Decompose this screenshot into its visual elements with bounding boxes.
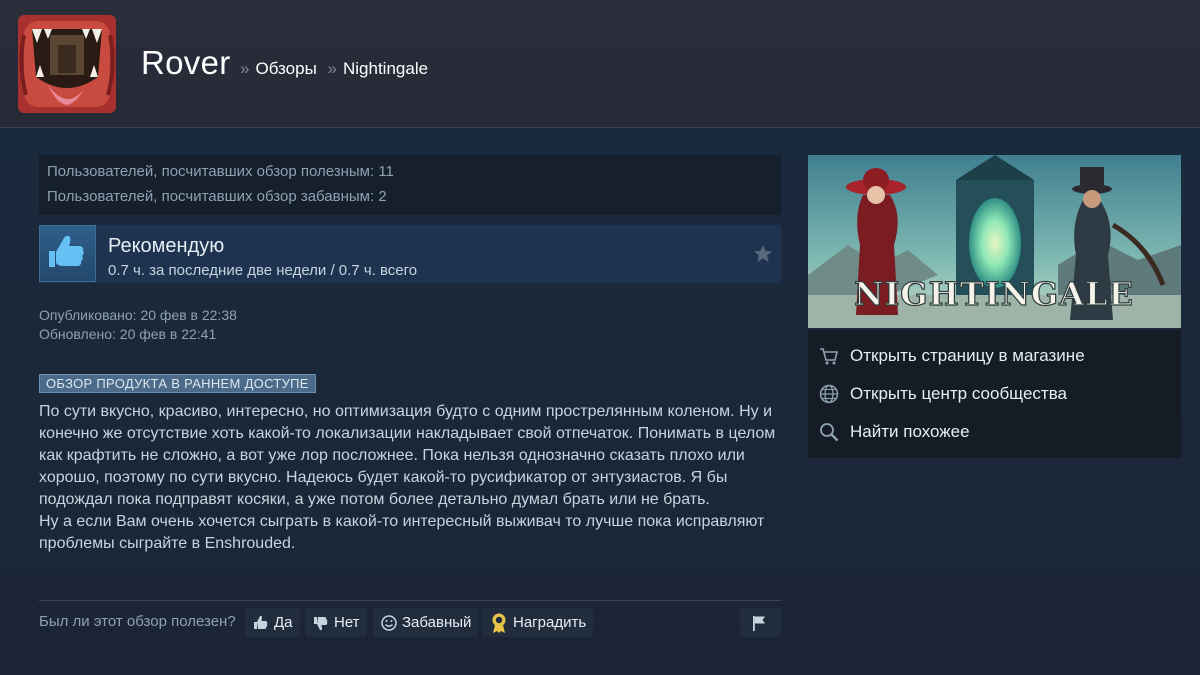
divider — [39, 600, 781, 601]
report-button[interactable] — [740, 608, 781, 637]
review-column: Пользователей, посчитавших обзор полезны… — [39, 155, 781, 555]
breadcrumb: » Обзоры » Nightingale — [240, 59, 434, 79]
vote-no-label: Нет — [334, 614, 360, 631]
updated-date: Обновлено: 20 фев в 22:41 — [39, 326, 217, 342]
vote-yes-label: Да — [274, 614, 293, 631]
early-access-badge: ОБЗОР ПРОДУКТА В РАННЕМ ДОСТУПЕ — [39, 374, 316, 393]
vote-funny-label: Забавный — [402, 614, 472, 631]
review-paragraph: По сути вкусно, красиво, интересно, но о… — [39, 403, 776, 508]
playtime-text: 0.7 ч. за последние две недели / 0.7 ч. … — [108, 262, 418, 279]
helpful-bar: Был ли этот обзор полезен? Да Нет Забавн… — [39, 608, 781, 638]
thumbs-up-icon — [254, 615, 268, 629]
globe-icon — [819, 384, 839, 404]
award-button[interactable]: Наградить — [482, 608, 594, 637]
find-similar-link[interactable]: Найти похожее — [818, 417, 970, 447]
community-hub-link[interactable]: Открыть центр сообщества — [818, 379, 1067, 409]
published-date: Опубликовано: 20 фев в 22:38 — [39, 307, 237, 323]
award-label: Наградить — [513, 614, 587, 631]
vote-summary: Пользователей, посчитавших обзор полезны… — [39, 155, 781, 215]
store-page-label: Открыть страницу в магазине — [850, 346, 1085, 365]
community-hub-label: Открыть центр сообщества — [850, 384, 1068, 403]
game-banner-image[interactable]: NIGHTINGALE — [808, 155, 1181, 328]
helpful-count-text: Пользователей, посчитавших обзор полезны… — [47, 163, 394, 180]
breadcrumb-game-link[interactable]: Nightingale — [343, 59, 428, 78]
funny-count-text: Пользователей, посчитавших обзор забавны… — [47, 188, 387, 205]
review-dates: Опубликовано: 20 фев в 22:38 Обновлено: … — [39, 306, 781, 344]
sidebar-links: Открыть страницу в магазине Открыть цент… — [808, 330, 1181, 458]
vote-funny-button[interactable]: Забавный — [373, 608, 479, 637]
breadcrumb-reviews-link[interactable]: Обзоры — [255, 59, 316, 78]
store-page-link[interactable]: Открыть страницу в магазине — [818, 341, 1085, 371]
cart-icon — [820, 348, 839, 365]
find-similar-label: Найти похожее — [850, 422, 970, 441]
flag-icon — [752, 615, 765, 631]
thumbs-up-icon — [39, 225, 96, 282]
search-icon — [820, 423, 839, 442]
breadcrumb-separator: » — [240, 59, 250, 78]
smiley-icon — [381, 614, 397, 631]
helpful-question: Был ли этот обзор полезен? — [39, 613, 236, 630]
avatar[interactable] — [18, 15, 116, 113]
profile-header: Rover » Обзоры » Nightingale — [0, 0, 1200, 128]
star-icon[interactable] — [753, 244, 773, 264]
game-artwork: NIGHTINGALE — [808, 155, 1181, 328]
review-paragraph: Ну а если Вам очень хочется сыграть в ка… — [39, 513, 765, 552]
award-icon — [492, 613, 506, 633]
breadcrumb-separator: » — [327, 59, 337, 78]
profile-name[interactable]: Rover — [141, 44, 231, 82]
game-logo-text: NIGHTINGALE — [854, 275, 1134, 313]
review-body: По сути вкусно, красиво, интересно, но о… — [39, 401, 781, 555]
recommendation-title[interactable]: Рекомендую — [108, 235, 224, 258]
thumbs-down-icon — [314, 616, 328, 630]
recommendation-block: Рекомендую 0.7 ч. за последние две недел… — [39, 225, 781, 283]
vote-no-button[interactable]: Нет — [305, 608, 367, 637]
vote-yes-button[interactable]: Да — [245, 608, 300, 637]
